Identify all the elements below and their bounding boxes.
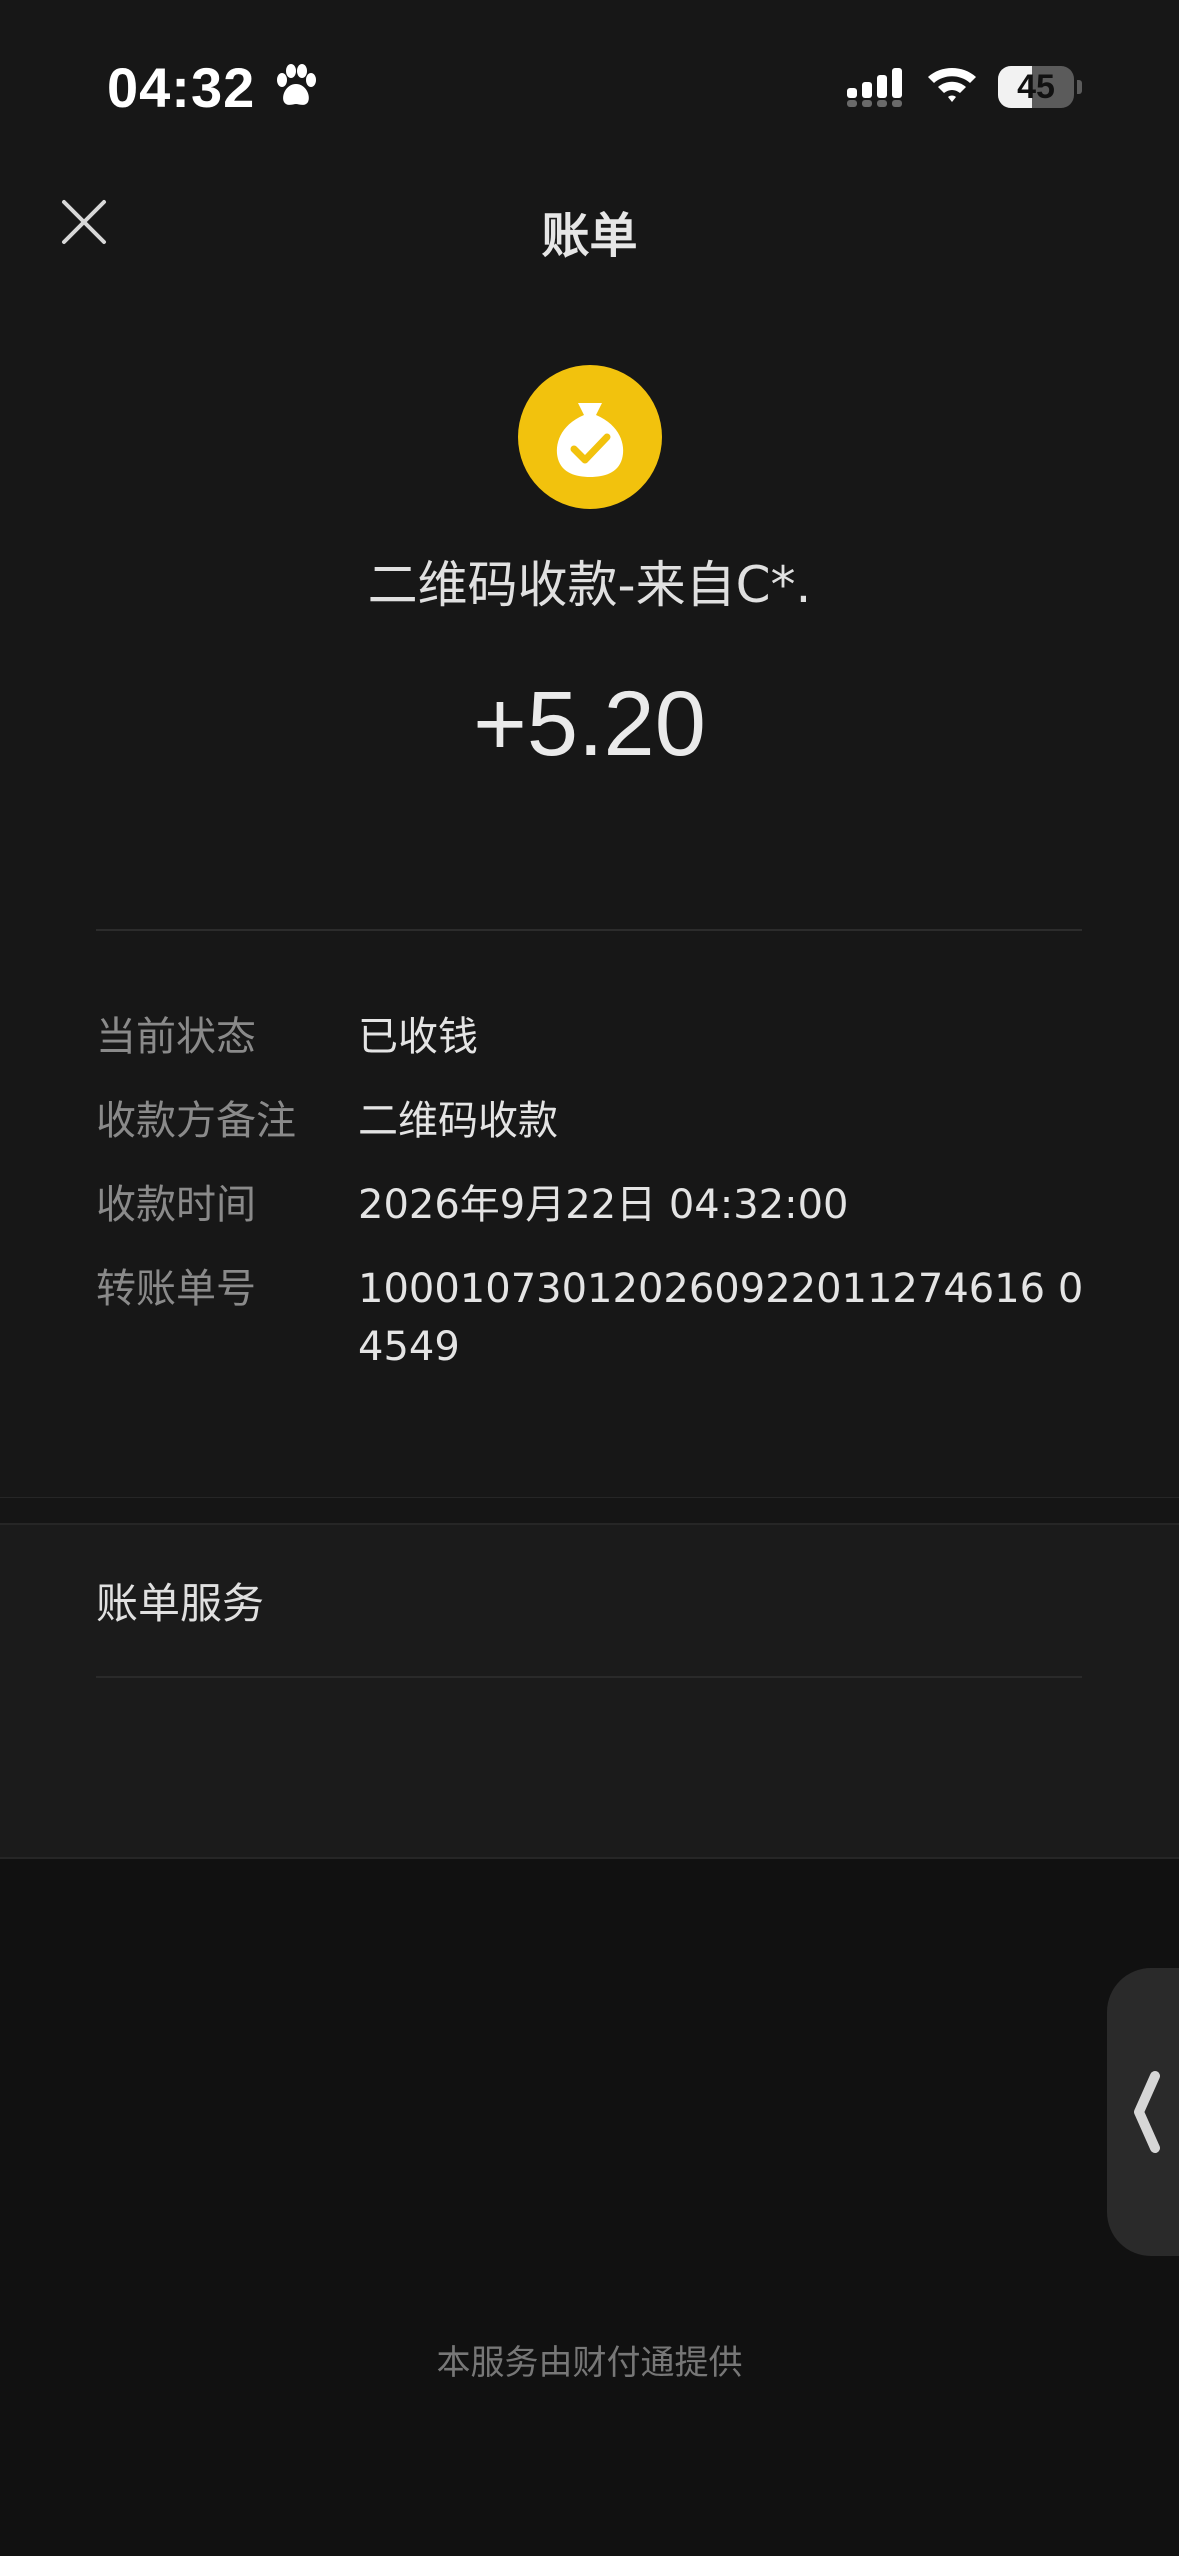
page-title: 账单 bbox=[541, 208, 638, 264]
bill-service-top-border bbox=[0, 1523, 1179, 1525]
battery-level-text: 45 bbox=[1017, 68, 1055, 106]
detail-value: 二维码收款 bbox=[358, 1098, 558, 1144]
section-gap bbox=[0, 1498, 1179, 1524]
transaction-title: 二维码收款-来自C*. bbox=[367, 556, 812, 614]
money-bag-check-icon bbox=[518, 365, 662, 509]
detail-label: 收款方备注 bbox=[96, 1098, 296, 1144]
status-bar: 04:32 45 bbox=[0, 0, 1179, 170]
wifi-icon bbox=[928, 68, 976, 102]
paw-icon bbox=[277, 64, 316, 105]
bill-service-divider bbox=[96, 1676, 1082, 1678]
status-time: 04:32 bbox=[107, 56, 256, 119]
battery-body: 45 bbox=[998, 66, 1074, 108]
side-handle[interactable] bbox=[1107, 1968, 1179, 2256]
detail-label: 当前状态 bbox=[96, 1014, 256, 1060]
transaction-amount: +5.20 bbox=[473, 673, 706, 775]
battery-icon: 45 bbox=[998, 66, 1082, 108]
detail-value[interactable]: 100010730120260922011274616 04549 bbox=[358, 1260, 1086, 1376]
money-bag-glyph bbox=[556, 403, 624, 477]
chevron-left-icon bbox=[1134, 2071, 1160, 2153]
bill-service-title[interactable]: 账单服务 bbox=[96, 1570, 264, 1631]
detail-label: 转账单号 bbox=[96, 1266, 256, 1312]
battery-cap bbox=[1077, 80, 1082, 94]
signal-icon bbox=[847, 68, 902, 107]
divider bbox=[96, 929, 1082, 931]
bill-service-bottom-border bbox=[0, 1857, 1179, 1859]
detail-value: 2026年9月22日 04:32:00 bbox=[358, 1182, 849, 1228]
footer-text: 本服务由财付通提供 bbox=[436, 2343, 743, 2383]
detail-value: 已收钱 bbox=[358, 1014, 478, 1060]
detail-label: 收款时间 bbox=[96, 1182, 256, 1228]
